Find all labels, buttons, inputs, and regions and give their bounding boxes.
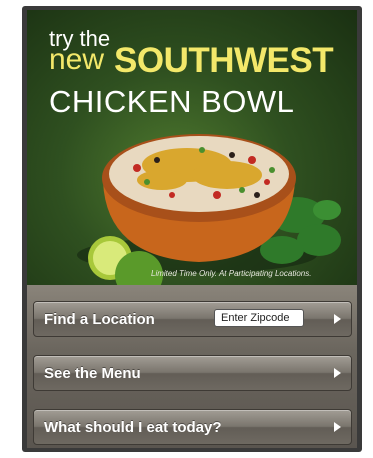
see-menu-button[interactable]: See the Menu (33, 355, 352, 391)
headline-new: new (49, 43, 105, 76)
app-screen: try the new SOUTHWEST CHICKEN BOWL Limit… (27, 10, 357, 448)
see-menu-label: See the Menu (44, 365, 141, 382)
find-location-label: Find a Location (44, 311, 155, 328)
promo-banner[interactable]: try the new SOUTHWEST CHICKEN BOWL Limit… (27, 10, 357, 285)
headline-brand: SOUTHWEST (114, 41, 334, 80)
main-menu: Find a Location See the Menu What should… (27, 285, 357, 448)
device-frame: try the new SOUTHWEST CHICKEN BOWL Limit… (22, 6, 362, 452)
promo-disclaimer: Limited Time Only. At Participating Loca… (151, 269, 312, 278)
find-location-button[interactable]: Find a Location (33, 301, 352, 337)
chevron-right-icon (334, 422, 341, 432)
chevron-right-icon (334, 314, 341, 324)
headline-product: CHICKEN BOWL (49, 84, 295, 119)
what-to-eat-label: What should I eat today? (44, 419, 222, 436)
chevron-right-icon (334, 368, 341, 378)
zipcode-input[interactable] (214, 309, 304, 327)
what-to-eat-button[interactable]: What should I eat today? (33, 409, 352, 445)
